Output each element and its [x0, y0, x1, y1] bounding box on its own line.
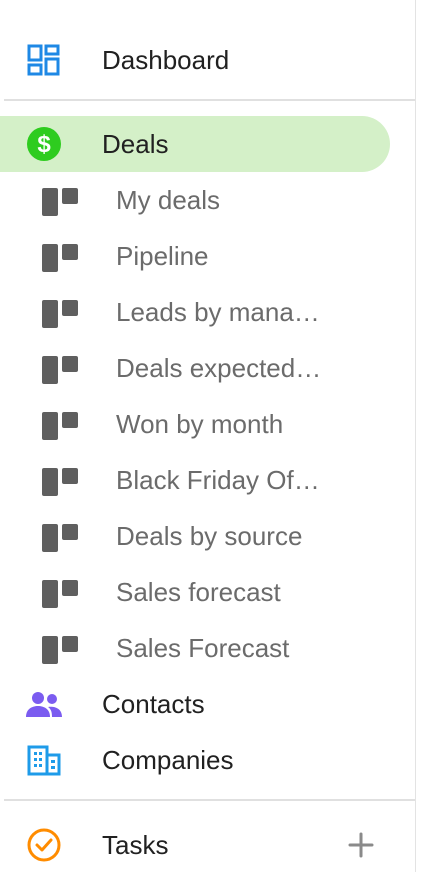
board-icon [42, 412, 78, 440]
nav-item-deals[interactable]: $ Deals [0, 116, 415, 172]
nav-item-label: Dashboard [102, 45, 230, 75]
deal-view-label: My deals [116, 185, 221, 215]
board-icon [42, 524, 78, 552]
deal-view-label: Pipeline [116, 241, 209, 271]
nav-item-label: Tasks [102, 830, 169, 860]
nav-item-dashboard[interactable]: Dashboard [0, 32, 415, 88]
add-task-button[interactable] [344, 828, 378, 862]
deal-view-label: Won by month [116, 409, 284, 439]
deal-view-label: Deals expected… [116, 353, 322, 383]
people-icon [24, 688, 64, 720]
sidebar: Dashboard $ Deals My deals Pipeline Lead… [0, 0, 416, 872]
nav-item-label: Contacts [102, 689, 205, 719]
deal-view-label: Sales Forecast [116, 633, 290, 663]
deal-view-item[interactable]: My deals [0, 172, 415, 228]
board-icon [42, 188, 78, 216]
deal-view-item[interactable]: Won by month [0, 396, 415, 452]
board-icon [42, 636, 78, 664]
nav-item-label: Companies [102, 745, 234, 775]
building-icon [24, 744, 64, 776]
deal-view-item[interactable]: Deals by source [0, 508, 415, 564]
divider [4, 799, 415, 801]
deal-view-item[interactable]: Sales Forecast [0, 620, 415, 676]
nav-item-label: Deals [102, 129, 169, 159]
board-icon [42, 300, 78, 328]
deal-view-label: Sales forecast [116, 577, 281, 607]
deal-view-item[interactable]: Sales forecast [0, 564, 415, 620]
board-icon [42, 356, 78, 384]
deal-view-item[interactable]: Deals expected… [0, 340, 415, 396]
deal-view-item[interactable]: Pipeline [0, 228, 415, 284]
check-circle-icon [24, 828, 64, 862]
divider [4, 99, 415, 101]
dollar-icon: $ [24, 127, 64, 161]
dashboard-icon [24, 44, 64, 76]
svg-text:$: $ [37, 131, 51, 158]
nav-item-contacts[interactable]: Contacts [0, 676, 415, 732]
board-icon [42, 580, 78, 608]
deal-view-label: Deals by source [116, 521, 303, 551]
deal-view-label: Black Friday Of… [116, 465, 320, 495]
deal-view-item[interactable]: Black Friday Of… [0, 452, 415, 508]
board-icon [42, 244, 78, 272]
deal-view-item[interactable]: Leads by mana… [0, 284, 415, 340]
board-icon [42, 468, 78, 496]
deal-view-label: Leads by mana… [116, 297, 320, 327]
nav-item-companies[interactable]: Companies [0, 732, 415, 788]
